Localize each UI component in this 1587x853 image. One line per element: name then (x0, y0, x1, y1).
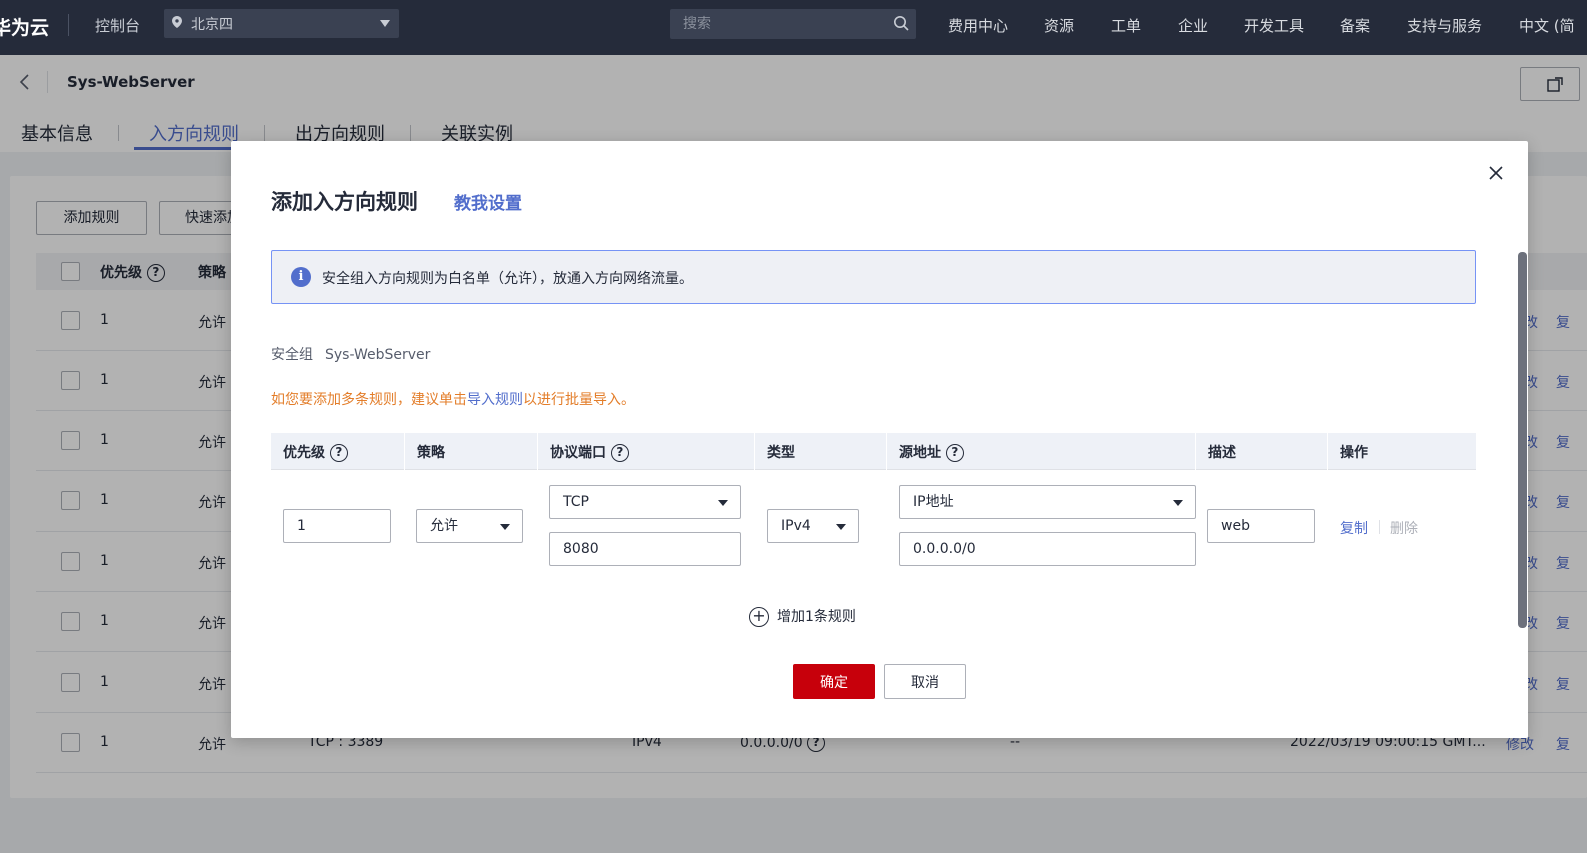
column-header-policy: 策略 (417, 445, 445, 461)
copy-rule-link[interactable]: 复制 (1340, 518, 1368, 538)
location-pin-icon (172, 16, 182, 28)
batch-import-hint: 如您要添加多条规则，建议单击导入规则以进行批量导入。 (271, 389, 635, 409)
import-rules-link[interactable]: 导入规则 (467, 392, 523, 408)
chevron-down-icon (500, 524, 510, 530)
ip-type-select[interactable]: IPv4 (767, 509, 859, 543)
port-input[interactable]: 8080 (549, 532, 741, 566)
column-divider (1195, 433, 1196, 470)
region-selector[interactable]: 北京四 (164, 9, 399, 38)
security-group-label: 安全组 (271, 347, 313, 363)
nav-dev-tools[interactable]: 开发工具 (1244, 15, 1304, 36)
chevron-down-icon (718, 500, 728, 506)
nav-billing-center[interactable]: 费用中心 (948, 15, 1008, 36)
column-divider (1327, 433, 1328, 470)
chevron-down-icon (1173, 500, 1183, 506)
security-group-field: 安全组 Sys-WebServer (271, 344, 430, 364)
chevron-down-icon (380, 20, 390, 27)
nav-enterprise[interactable]: 企业 (1178, 15, 1208, 36)
column-header-protocol-port: 协议端口 ? (550, 442, 629, 462)
priority-input[interactable]: 1 (283, 509, 391, 543)
plus-circle-icon: + (749, 607, 769, 627)
column-divider (754, 433, 755, 470)
column-header-type: 类型 (767, 445, 795, 461)
security-group-value: Sys-WebServer (325, 347, 431, 363)
column-divider (537, 433, 538, 470)
console-link[interactable]: 控制台 (95, 15, 140, 36)
column-header-priority: 优先级 ? (283, 442, 348, 462)
top-navbar: 华为云 控制台 北京四 费用中心 资源 工单 企业 开发工具 备案 支持与服务 … (0, 0, 1587, 55)
help-icon[interactable]: ? (610, 444, 629, 462)
info-banner: i 安全组入方向规则为白名单（允许），放通入方向网络流量。 (271, 250, 1476, 304)
help-icon[interactable]: ? (329, 444, 348, 462)
column-header-source: 源地址 ? (899, 442, 964, 462)
search-input[interactable] (670, 9, 880, 39)
column-header-actions: 操作 (1340, 445, 1368, 461)
confirm-button[interactable]: 确定 (793, 664, 875, 699)
cancel-button[interactable]: 取消 (884, 664, 966, 699)
search-icon[interactable] (893, 15, 909, 31)
chevron-down-icon (836, 524, 846, 530)
brand-logo[interactable]: 华为云 (0, 13, 49, 40)
source-type-select[interactable]: IP地址 (899, 485, 1196, 519)
info-icon: i (291, 267, 311, 287)
source-address-input[interactable]: 0.0.0.0/0 (899, 532, 1196, 566)
page-scrollbar[interactable] (1518, 252, 1527, 628)
rule-table-header: 优先级 ? 策略 协议端口 ? 类型 源地址 ? 描述 操作 (271, 433, 1476, 470)
action-divider (1379, 520, 1380, 534)
nav-filing[interactable]: 备案 (1340, 15, 1370, 36)
dialog-title: 添加入方向规则 (271, 190, 418, 214)
column-header-description: 描述 (1208, 445, 1236, 461)
navbar-divider (68, 14, 69, 36)
delete-rule-link[interactable]: 删除 (1390, 518, 1418, 538)
nav-language[interactable]: 中文 (简 (1519, 15, 1575, 36)
policy-select[interactable]: 允许 (416, 509, 523, 543)
guide-link[interactable]: 教我设置 (454, 189, 522, 214)
column-divider (404, 433, 405, 470)
add-one-rule-button[interactable]: + 增加1条规则 (749, 606, 856, 627)
column-divider (886, 433, 887, 470)
hint-text-post: 以进行批量导入。 (523, 392, 635, 408)
close-icon[interactable] (1489, 166, 1503, 180)
protocol-select[interactable]: TCP (549, 485, 741, 519)
global-search[interactable] (670, 9, 916, 39)
hint-text-pre: 如您要添加多条规则，建议单击 (271, 392, 467, 408)
nav-support[interactable]: 支持与服务 (1407, 15, 1482, 36)
info-text: 安全组入方向规则为白名单（允许），放通入方向网络流量。 (322, 271, 693, 287)
help-icon[interactable]: ? (945, 444, 964, 462)
nav-resources[interactable]: 资源 (1044, 15, 1074, 36)
add-inbound-rule-dialog: 添加入方向规则 教我设置 i 安全组入方向规则为白名单（允许），放通入方向网络流… (231, 141, 1528, 738)
description-input[interactable]: web (1207, 509, 1315, 543)
region-label: 北京四 (191, 17, 233, 33)
nav-tickets[interactable]: 工单 (1111, 15, 1141, 36)
